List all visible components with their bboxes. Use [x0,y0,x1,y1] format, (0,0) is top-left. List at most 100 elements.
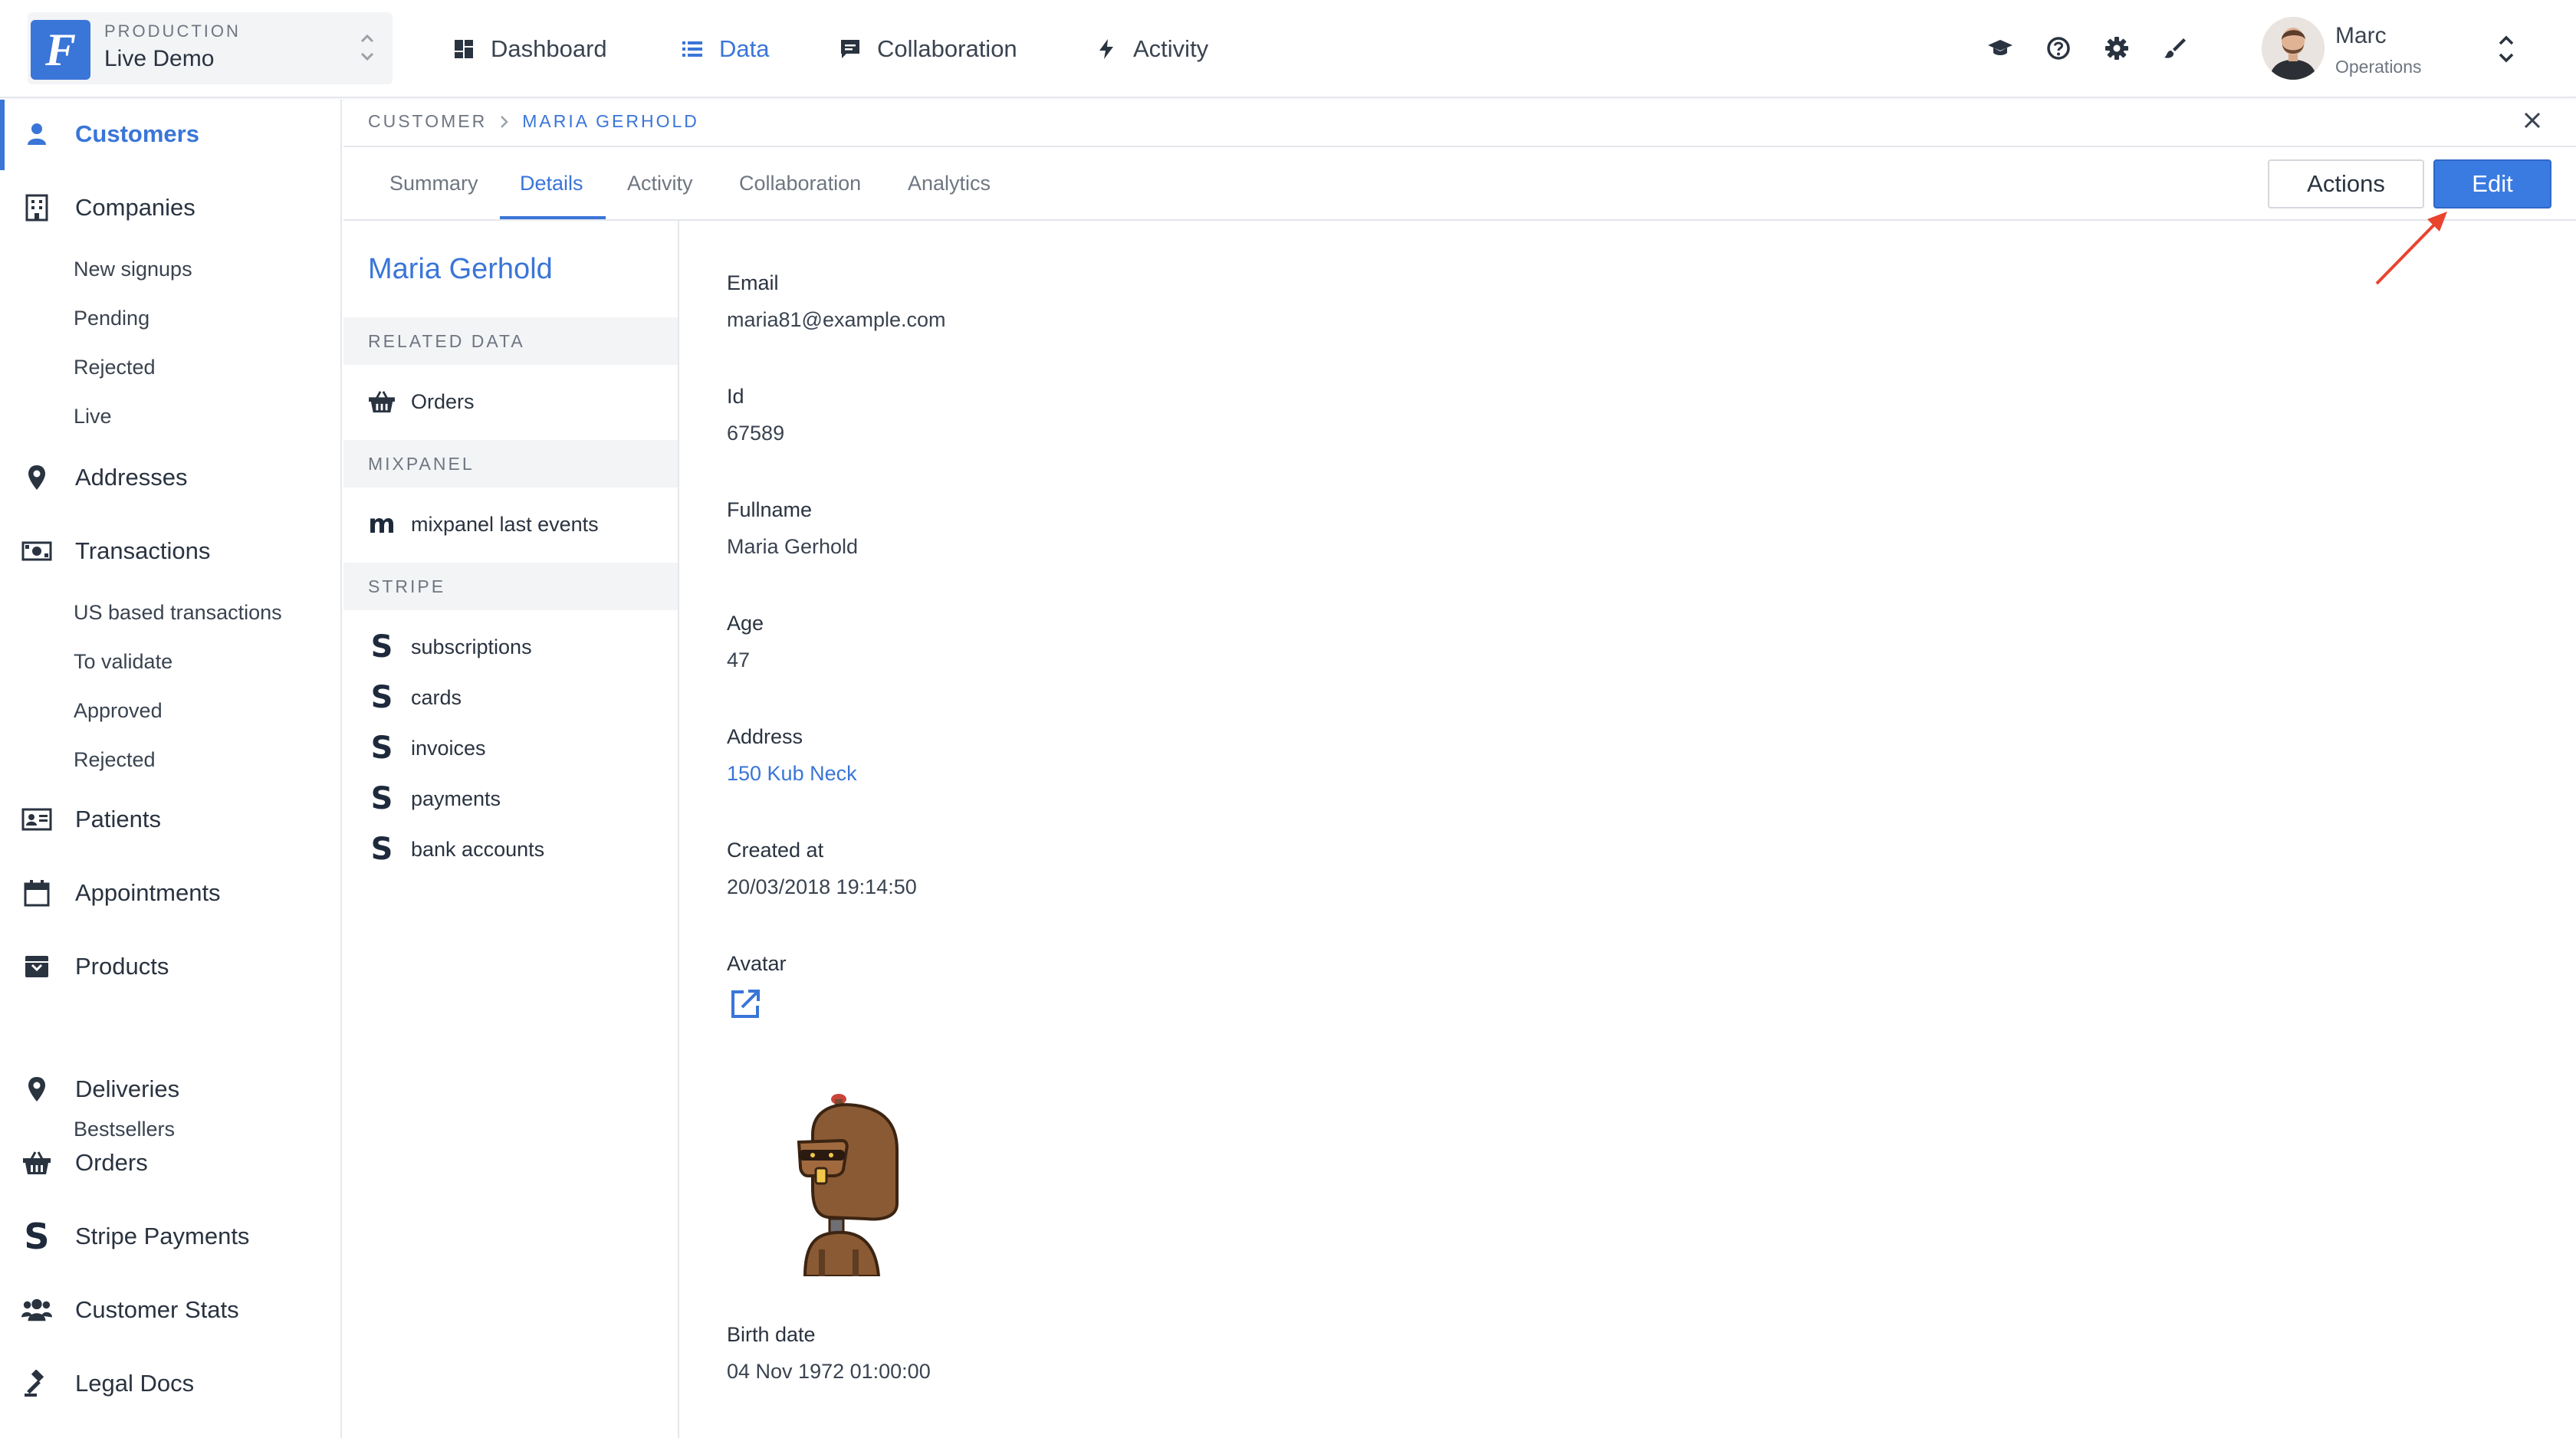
user-role: Operations [2335,57,2422,77]
id-card-icon [21,808,52,831]
map-pin-icon [28,1077,45,1101]
user-name: Marc [2335,23,2387,48]
user-photo [2262,17,2325,80]
close-icon[interactable] [2522,110,2542,130]
calendar-icon [24,880,50,907]
sidebar-item-legal-docs[interactable]: Legal Docs [21,1364,194,1403]
sidebar-item-companies[interactable]: Companies [21,189,196,227]
related-item-bank-accounts[interactable]: S bank accounts [368,832,545,867]
field-value-birth-date: 04 Nov 1972 01:00:00 [727,1360,931,1383]
graduation-cap-icon[interactable] [1987,35,2013,61]
chevron-updown-icon[interactable] [2496,31,2516,67]
sidebar: Customers Companies New signups Pending … [0,100,342,1438]
actions-button[interactable]: Actions [2268,159,2424,208]
external-link-icon[interactable] [728,987,762,1021]
sidebar-subitem-rejected[interactable]: Rejected [74,356,156,379]
field-label-fullname: Fullname [727,498,813,521]
stripe-icon: S [370,629,393,665]
nav-activity-label: Activity [1133,35,1209,62]
help-icon[interactable] [2045,35,2072,61]
sidebar-item-customers[interactable]: Customers [21,115,199,153]
sidebar-item-label: Customers [75,120,199,147]
sidebar-subitem-pending[interactable]: Pending [74,307,150,330]
section-header-related-data: RELATED DATA [343,317,678,365]
section-header-stripe: STRIPE [343,563,678,610]
sidebar-subitem-to-validate[interactable]: To validate [74,650,172,674]
field-value-id: 67589 [727,422,785,445]
nav-dashboard[interactable]: Dashboard [452,0,607,98]
user-avatar[interactable] [2262,17,2325,80]
stripe-icon: S [370,781,393,816]
related-item-label: cards [411,685,462,709]
field-value-age: 47 [727,648,751,671]
sidebar-subitem-approved[interactable]: Approved [74,699,163,723]
field-label-id: Id [727,385,744,408]
tab-collaboration[interactable]: Collaboration [739,172,861,195]
sidebar-subitem-live[interactable]: Live [74,405,112,428]
nav-collaboration[interactable]: Collaboration [839,0,1017,98]
divider [343,146,2576,147]
field-value-fullname: Maria Gerhold [727,535,859,558]
tab-analytics[interactable]: Analytics [908,172,991,195]
record-title: Maria Gerhold [368,253,553,285]
sidebar-subitem-bestsellers[interactable]: Bestsellers [74,1118,175,1141]
related-item-label: invoices [411,736,486,760]
sidebar-subitem-new-signups[interactable]: New signups [74,258,192,281]
field-label-email: Email [727,271,779,294]
related-item-mixpanel-last-events[interactable]: m mixpanel last events [368,511,599,538]
project-switcher[interactable]: F PRODUCTION Live Demo [28,12,393,84]
related-item-invoices[interactable]: S invoices [368,733,486,763]
sidebar-subitem-us-based-transactions[interactable]: US based transactions [74,601,282,625]
project-name: Live Demo [104,46,215,71]
sidebar-item-orders[interactable]: Orders [21,1144,148,1182]
environment-label: PRODUCTION [104,21,241,41]
map-pin-icon [28,465,45,490]
sidebar-item-addresses[interactable]: Addresses [21,458,187,497]
bolt-icon [1099,39,1113,59]
related-item-label: mixpanel last events [411,512,599,536]
breadcrumb-root[interactable]: CUSTOMER [368,111,487,132]
related-item-subscriptions[interactable]: S subscriptions [368,629,532,665]
person-icon [28,123,46,145]
section-header-mixpanel: MIXPANEL [343,440,678,488]
brush-icon[interactable] [2162,35,2188,61]
users-icon [21,1298,52,1321]
sidebar-item-products[interactable]: Products [21,947,169,986]
related-item-label: payments [411,786,501,810]
sidebar-item-appointments[interactable]: Appointments [21,874,221,912]
sidebar-item-deliveries[interactable]: Deliveries [21,1070,179,1108]
annotation-arrow-icon [2375,212,2447,285]
sidebar-item-label: Customer Stats [75,1296,239,1323]
stripe-icon: S [24,1216,50,1257]
nav-data-label: Data [719,35,770,62]
sidebar-item-stripe-payments[interactable]: S Stripe Payments [21,1217,249,1256]
stripe-icon: S [370,832,393,867]
tab-activity[interactable]: Activity [627,172,693,195]
sidebar-item-transactions[interactable]: Transactions [21,532,210,570]
related-item-label: subscriptions [411,635,532,658]
field-value-address-link[interactable]: 150 Kub Neck [727,762,857,786]
gavel-icon [25,1370,44,1397]
gear-icon[interactable] [2104,35,2130,61]
edit-button[interactable]: Edit [2433,159,2551,208]
nav-data[interactable]: Data [681,0,769,98]
related-item-orders[interactable]: Orders [368,388,475,415]
sidebar-item-label: Deliveries [75,1075,180,1102]
sidebar-item-patients[interactable]: Patients [21,800,161,839]
building-icon [25,194,48,222]
related-item-label: bank accounts [411,837,545,861]
sidebar-item-label: Orders [75,1149,148,1176]
tab-details[interactable]: Details [520,172,583,195]
field-label-age: Age [727,612,764,635]
field-value-email: maria81@example.com [727,308,946,331]
sidebar-subitem-rejected[interactable]: Rejected [74,748,156,772]
sidebar-item-label: Addresses [75,464,188,491]
tab-summary[interactable]: Summary [389,172,478,195]
breadcrumb-current: MARIA GERHOLD [522,111,699,131]
field-label-birth-date: Birth date [727,1323,816,1346]
nav-activity[interactable]: Activity [1095,0,1208,98]
related-item-payments[interactable]: S payments [368,781,501,816]
related-item-cards[interactable]: S cards [368,682,462,713]
chevron-right-icon [501,115,508,128]
sidebar-item-customer-stats[interactable]: Customer Stats [21,1291,239,1329]
